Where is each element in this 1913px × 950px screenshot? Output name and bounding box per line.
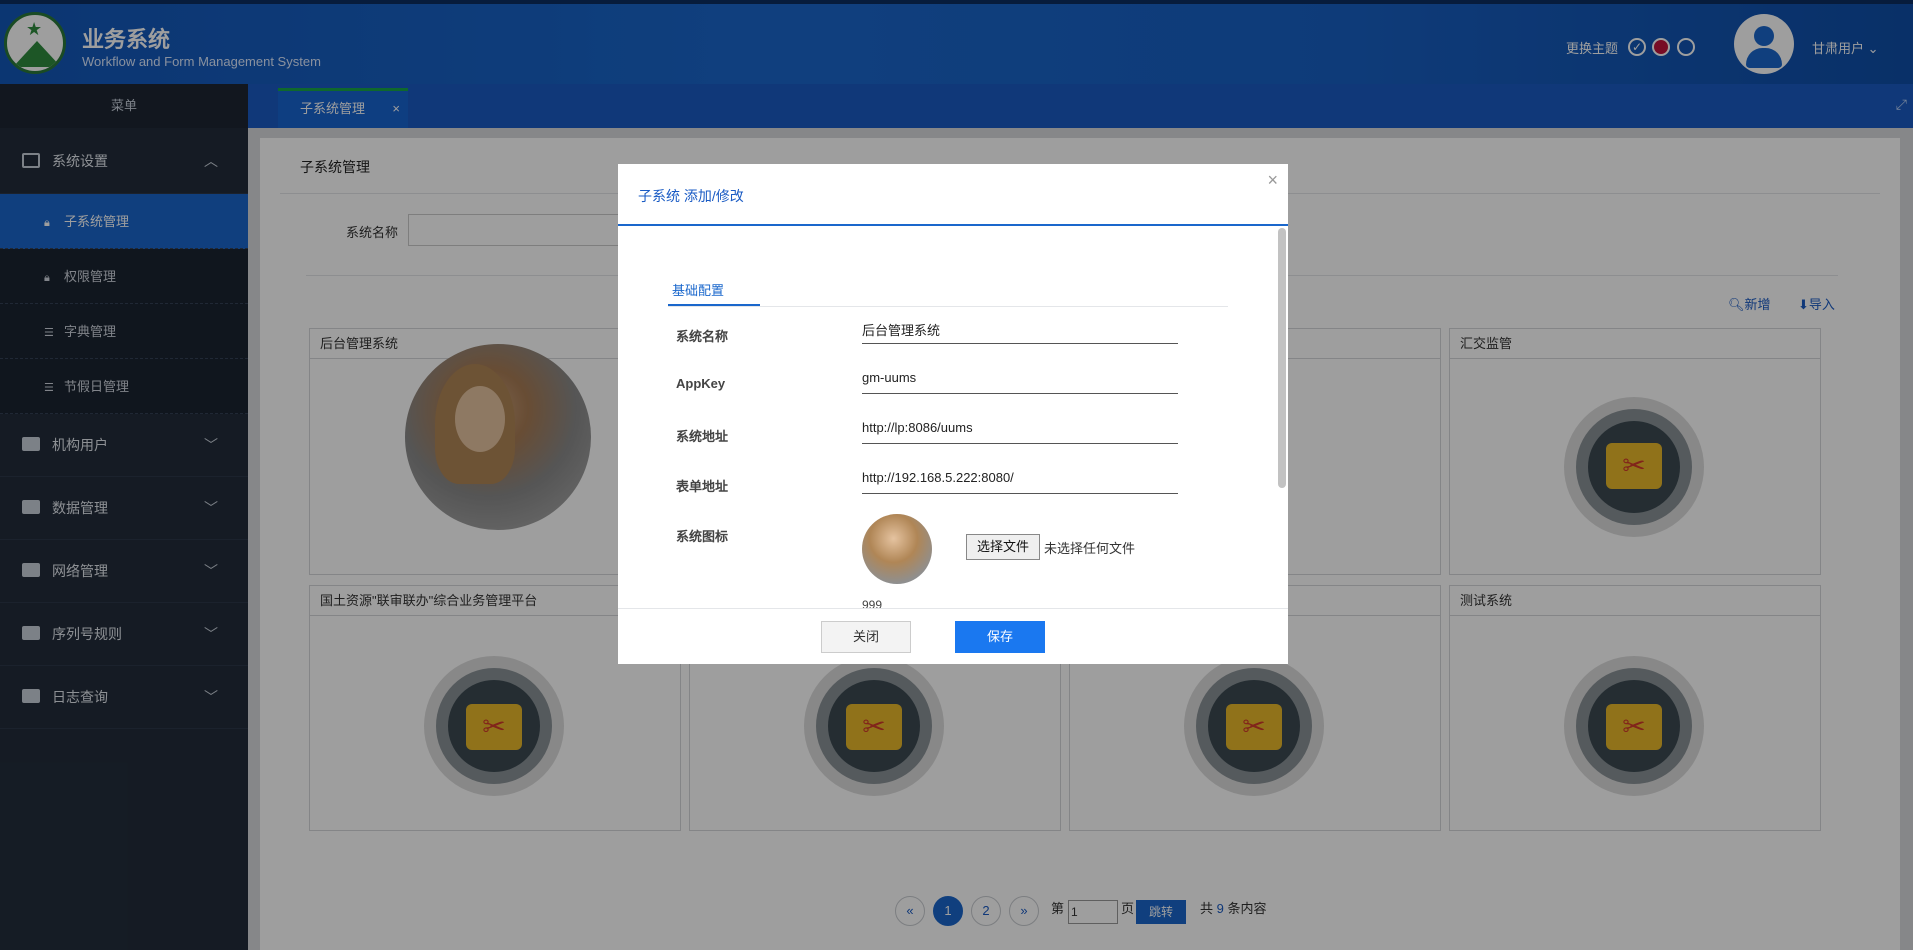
modal-title: 子系统 添加/修改	[638, 188, 744, 204]
field-label: 系统地址	[676, 429, 729, 444]
form-url-field[interactable]: http://192.168.5.222:8080/	[862, 470, 1178, 494]
close-button[interactable]: 关闭	[821, 621, 911, 653]
modal-body: 基础配置 系统名称 后台管理系统 AppKey gm-uums 系统地址 htt…	[618, 226, 1288, 608]
appkey-field[interactable]: gm-uums	[862, 370, 1178, 394]
choose-file-button[interactable]: 选择文件	[966, 534, 1040, 560]
scrollbar[interactable]	[1278, 228, 1286, 488]
close-icon[interactable]: ×	[1267, 170, 1278, 191]
system-url-field[interactable]: http://lp:8086/uums	[862, 420, 1178, 444]
file-status: 未选择任何文件	[1044, 541, 1136, 556]
order-field[interactable]: 999	[862, 598, 882, 608]
field-label: 系统图标	[676, 529, 729, 544]
field-label: 系统名称	[676, 329, 729, 344]
tab-basic-config[interactable]: 基础配置	[668, 280, 760, 306]
system-icon-preview	[862, 514, 932, 584]
field-label: 表单地址	[676, 479, 729, 494]
modal-footer: 关闭 保存	[618, 608, 1288, 664]
subsystem-modal: 子系统 添加/修改 × 基础配置 系统名称 后台管理系统 AppKey gm-u…	[618, 164, 1288, 664]
system-name-field[interactable]: 后台管理系统	[862, 320, 1178, 344]
save-button[interactable]: 保存	[955, 621, 1045, 653]
field-label: AppKey	[676, 376, 726, 391]
